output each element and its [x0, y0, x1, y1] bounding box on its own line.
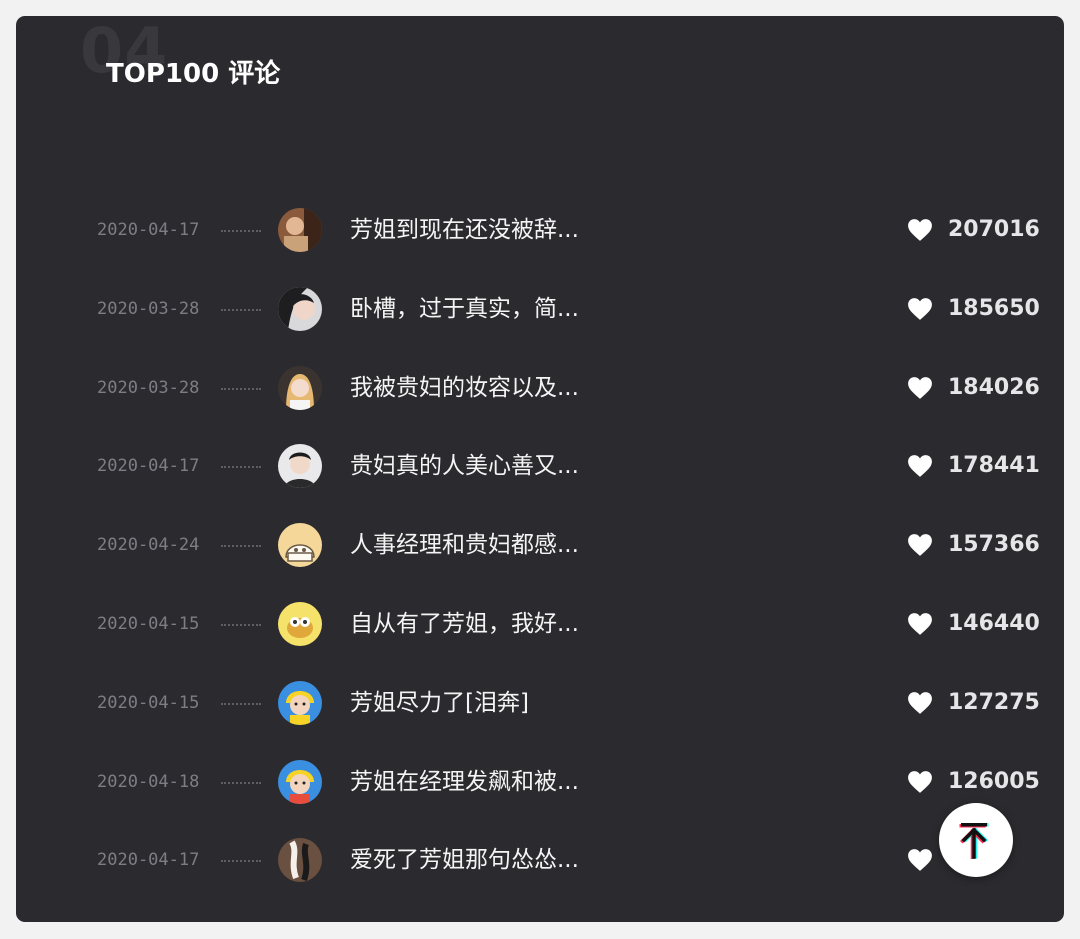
dotted-connector [221, 545, 261, 548]
dotted-connector [221, 308, 261, 311]
comment-list: 2020-04-17 芳姐到现在还没被辞... 207016 2020-03-2… [16, 191, 1064, 900]
comment-row[interactable]: 2020-04-17 芳姐到现在还没被辞... 207016 [16, 191, 1064, 270]
heart-icon[interactable] [907, 770, 933, 794]
avatar[interactable] [278, 601, 322, 646]
comment-date: 2020-04-17 [97, 220, 200, 240]
top100-comments-panel: 04 TOP100 评论 2020-04-17 芳姐到现在还没被辞... 207… [16, 16, 1064, 922]
avatar[interactable] [278, 365, 322, 410]
comment-row[interactable]: 2020-04-17 爱死了芳姐那句怂怂... 73 [16, 821, 1064, 900]
comment-row[interactable]: 2020-04-18 芳姐在经理发飙和被... 126005 [16, 743, 1064, 822]
like-count: 185650 [948, 295, 1040, 321]
arrow-up-icon [959, 823, 989, 859]
like-count: 126005 [948, 768, 1040, 794]
comment-row[interactable]: 2020-03-28 卧槽，过于真实，简... 185650 [16, 270, 1064, 349]
like-count: 207016 [948, 217, 1040, 242]
heart-icon[interactable] [907, 297, 933, 321]
comment-text[interactable]: 芳姐尽力了[泪奔] [350, 688, 529, 718]
back-to-top-button[interactable] [939, 803, 1013, 877]
comment-text[interactable]: 爱死了芳姐那句怂怂... [350, 845, 579, 875]
comment-text[interactable]: 卧槽，过于真实，简... [350, 294, 579, 324]
dotted-connector [221, 623, 261, 626]
comment-row[interactable]: 2020-03-28 我被贵妇的妆容以及... 184026 [16, 349, 1064, 428]
comment-text[interactable]: 芳姐在经理发飙和被... [350, 767, 579, 797]
heart-icon[interactable] [907, 612, 933, 636]
section-title: TOP100 评论 [106, 59, 281, 89]
avatar[interactable] [278, 759, 322, 804]
avatar[interactable] [278, 208, 322, 252]
avatar[interactable] [278, 838, 322, 883]
like-count: 178441 [948, 453, 1040, 479]
heart-icon[interactable] [907, 218, 933, 242]
dotted-connector [221, 702, 261, 705]
heart-icon[interactable] [907, 848, 933, 872]
comment-text[interactable]: 我被贵妇的妆容以及... [350, 373, 579, 403]
heart-icon[interactable] [907, 533, 933, 557]
comment-date: 2020-04-17 [97, 850, 200, 871]
comment-date: 2020-04-15 [97, 692, 200, 713]
heart-icon[interactable] [907, 691, 933, 715]
heart-icon[interactable] [907, 376, 933, 400]
comment-date: 2020-04-18 [97, 771, 200, 792]
comment-text[interactable]: 人事经理和贵妇都感... [350, 530, 579, 560]
comment-date: 2020-04-24 [97, 535, 200, 556]
dotted-connector [221, 387, 261, 390]
avatar[interactable] [278, 523, 322, 568]
avatar[interactable] [278, 444, 322, 489]
comment-row[interactable]: 2020-04-24 人事经理和贵妇都感... 157366 [16, 506, 1064, 585]
avatar[interactable] [278, 680, 322, 725]
comment-row[interactable]: 2020-04-17 贵妇真的人美心善又... 178441 [16, 427, 1064, 506]
like-count: 146440 [948, 610, 1040, 636]
comment-date: 2020-03-28 [97, 377, 200, 398]
comment-text[interactable]: 贵妇真的人美心善又... [350, 451, 579, 481]
dotted-connector [221, 781, 261, 784]
like-count: 127275 [948, 689, 1040, 715]
dotted-connector [221, 860, 261, 863]
comment-date: 2020-04-15 [97, 613, 200, 634]
dotted-connector [221, 466, 261, 469]
comment-text[interactable]: 芳姐到现在还没被辞... [350, 215, 579, 245]
comment-text[interactable]: 自从有了芳姐，我好... [350, 609, 579, 639]
avatar[interactable] [278, 286, 322, 331]
comment-date: 2020-03-28 [97, 298, 200, 319]
dotted-connector [221, 230, 261, 232]
comment-row[interactable]: 2020-04-15 芳姐尽力了[泪奔] 127275 [16, 664, 1064, 743]
like-count: 184026 [948, 374, 1040, 400]
like-count: 157366 [948, 532, 1040, 558]
comment-row[interactable]: 2020-04-15 自从有了芳姐，我好... 146440 [16, 585, 1064, 664]
comment-date: 2020-04-17 [97, 456, 200, 477]
heart-icon[interactable] [907, 454, 933, 478]
